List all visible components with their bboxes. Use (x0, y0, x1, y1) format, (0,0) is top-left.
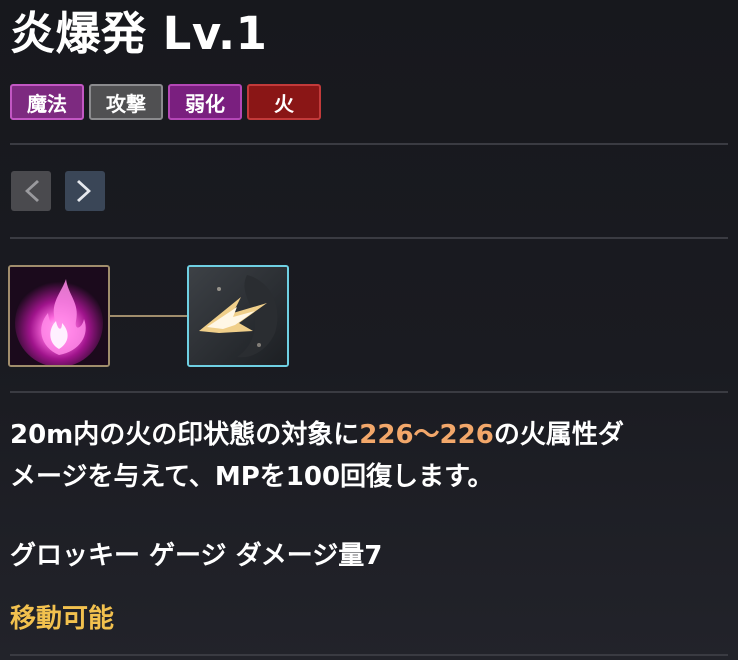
skill-title: 炎爆発 Lv.1 (10, 7, 268, 60)
tag-weaken: 弱化 (168, 84, 242, 120)
description-text: メージを与えて、MPを100回復します。 (10, 462, 494, 492)
divider (10, 143, 728, 145)
chevron-right-icon (77, 180, 91, 202)
prev-button[interactable] (11, 171, 51, 211)
tag-attack: 攻撃 (89, 84, 163, 120)
next-button[interactable] (65, 171, 105, 211)
skill-node-pink-flame[interactable] (8, 265, 110, 367)
description-text: の火属性ダ (493, 420, 624, 450)
skill-tags: 魔法 攻撃 弱化 火 (10, 84, 321, 120)
groggy-damage: グロッキー ゲージ ダメージ量7 (10, 541, 383, 571)
chevron-left-icon (25, 180, 39, 202)
divider (10, 654, 728, 656)
damage-range: 226～226 (359, 420, 494, 450)
tree-connector (110, 315, 187, 317)
skill-description: 20m内の火の印状態の対象に226～226の火属性ダ メージを与えて、MPを10… (10, 414, 730, 498)
divider (10, 391, 728, 393)
divider (10, 237, 728, 239)
fire-explosion-skill-icon (189, 267, 287, 365)
tag-fire: 火 (247, 84, 321, 120)
skill-tree (8, 265, 298, 367)
mobility-status: 移動可能 (10, 604, 115, 634)
description-text: 20m内の火の印状態の対象に (10, 420, 360, 450)
pink-flame-skill-icon (10, 267, 108, 365)
level-navigation (11, 171, 105, 211)
skill-node-fire-explosion[interactable] (187, 265, 289, 367)
skill-tooltip: 炎爆発 Lv.1 魔法 攻撃 弱化 火 20m内の火の印状態の対象に226～22… (0, 0, 738, 660)
tag-magic: 魔法 (10, 84, 84, 120)
